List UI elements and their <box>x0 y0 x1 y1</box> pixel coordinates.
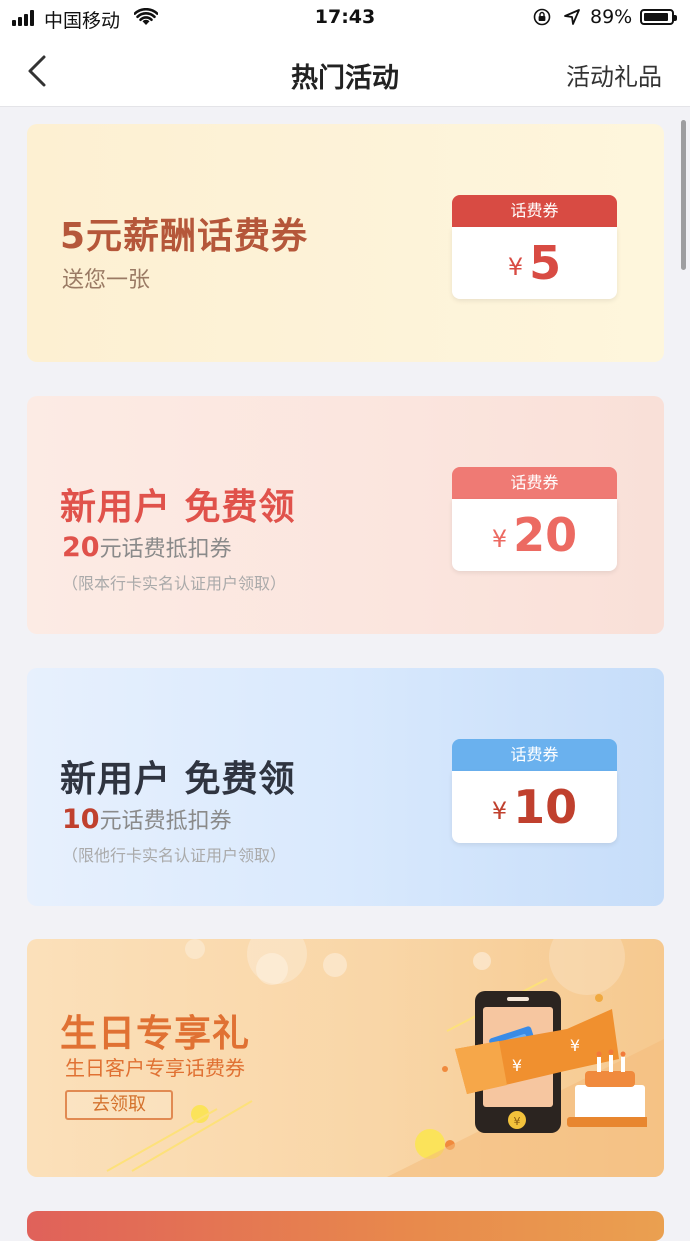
clock: 17:43 <box>314 6 376 28</box>
card-title: 5元薪酬话费券 <box>60 216 309 257</box>
coupon-tag: 话费券 <box>452 739 617 771</box>
card-subtitle: 10元话费抵扣券 <box>62 803 232 835</box>
activity-card-new-user-20[interactable]: 新用户 免费领 20元话费抵扣券 （限本行卡实名认证用户领取） 话费券 ¥20 <box>27 396 664 634</box>
status-bar: 中国移动 17:43 89% <box>0 0 690 36</box>
card-note: （限他行卡实名认证用户领取） <box>62 846 287 865</box>
activity-card-new-user-10[interactable]: 新用户 免费领 10元话费抵扣券 （限他行卡实名认证用户领取） 话费券 ¥10 <box>27 668 664 906</box>
card-title: 新用户 免费领 <box>60 759 296 800</box>
coupon-amount: 5 <box>529 236 562 290</box>
coupon-badge: 话费券 ¥20 <box>452 467 617 571</box>
claim-button[interactable]: 去领取 <box>65 1090 173 1120</box>
battery-icon <box>640 9 677 25</box>
subtitle-text: 元话费抵扣券 <box>99 537 232 562</box>
currency-symbol: ¥ <box>491 797 508 825</box>
battery-percent: 89% <box>590 6 633 28</box>
coupon-tag: 话费券 <box>452 467 617 499</box>
illustration-currency: ¥ <box>514 1115 521 1128</box>
scrollbar[interactable] <box>681 120 686 270</box>
coupon-amount: 10 <box>513 780 578 834</box>
location-icon <box>564 9 580 25</box>
card-subtitle: 20元话费抵扣券 <box>62 531 232 563</box>
card-title: 生日专享礼 <box>60 1012 250 1055</box>
coupon-badge: 话费券 ¥5 <box>452 195 617 299</box>
nav-bar: 热门活动 活动礼品 <box>0 36 690 107</box>
coupon-tag: 话费券 <box>452 195 617 227</box>
illustration-currency: ¥ <box>512 1056 522 1075</box>
activity-card-salary-coupon[interactable]: 5元薪酬话费券 送您一张 话费券 ¥5 <box>27 124 664 362</box>
coupon-amount: 20 <box>513 508 578 562</box>
activity-card-birthday[interactable]: 生日专享礼 生日客户专享话费券 去领取 ¥ ¥ ¥ ¥ <box>27 939 664 1177</box>
currency-symbol: ¥ <box>507 253 524 281</box>
coupon-badge: 话费券 ¥10 <box>452 739 617 843</box>
card-subtitle: 生日客户专享话费券 <box>65 1056 245 1080</box>
card-note: （限本行卡实名认证用户领取） <box>62 574 287 593</box>
phone-gift-illustration: ¥ ¥ ¥ ¥ <box>455 991 647 1133</box>
subtitle-text: 元话费抵扣券 <box>99 809 232 834</box>
currency-symbol: ¥ <box>491 525 508 553</box>
amount-prefix: 20 <box>62 532 100 563</box>
illustration-currency: ¥ <box>570 1036 580 1055</box>
card-title: 新用户 免费领 <box>60 487 296 528</box>
amount-prefix: 10 <box>62 804 100 835</box>
orientation-lock-icon <box>533 8 551 26</box>
activity-card-partial[interactable] <box>27 1211 664 1241</box>
card-subtitle: 送您一张 <box>62 268 151 293</box>
activity-gifts-link[interactable]: 活动礼品 <box>566 57 662 92</box>
